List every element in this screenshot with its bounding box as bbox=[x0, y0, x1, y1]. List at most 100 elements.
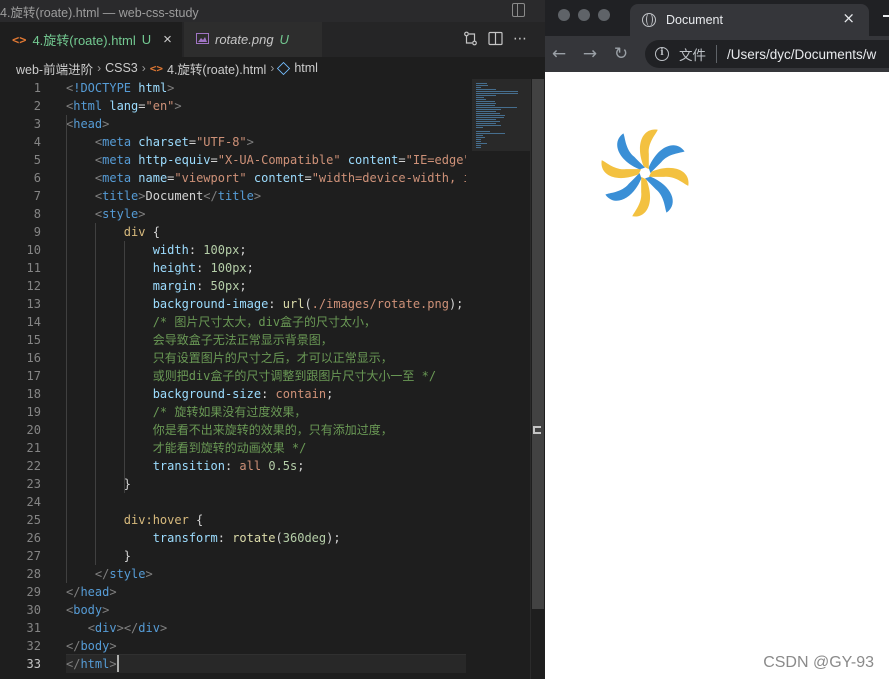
toggle-layout-icon[interactable] bbox=[512, 3, 525, 17]
code-line[interactable]: 会导致盒子无法正常显示背景图， bbox=[66, 331, 466, 349]
code-token: </ bbox=[66, 657, 81, 671]
code-line[interactable]: <meta charset="UTF-8"> bbox=[66, 133, 466, 151]
code-line[interactable]: margin: 50px; bbox=[66, 277, 466, 295]
code-line[interactable]: </style> bbox=[66, 565, 466, 583]
code-token: background-image bbox=[152, 297, 269, 311]
minimize-window-button[interactable] bbox=[578, 9, 590, 21]
code-line[interactable]: <html lang="en"> bbox=[66, 97, 466, 115]
code-token: transition bbox=[152, 459, 225, 473]
line-number: 2 bbox=[33, 99, 41, 113]
code-line[interactable]: <!DOCTYPE html> bbox=[66, 79, 466, 97]
code-line[interactable] bbox=[66, 493, 466, 511]
open-changes-icon[interactable] bbox=[462, 31, 478, 47]
breadcrumb-folder-frontend[interactable]: web-前端进阶 bbox=[16, 59, 93, 78]
code-token: 会导致盒子无法正常显示背景图， bbox=[152, 333, 333, 347]
code-line[interactable]: background-image: url(./images/rotate.pn… bbox=[66, 295, 466, 313]
maximize-window-button[interactable] bbox=[598, 9, 610, 21]
code-token: meta bbox=[102, 153, 139, 167]
code-line[interactable]: height: 100px; bbox=[66, 259, 466, 277]
chevron-right-icon: › bbox=[97, 61, 102, 75]
line-number: 9 bbox=[33, 225, 41, 239]
code-line[interactable]: <style> bbox=[66, 205, 466, 223]
more-actions-icon[interactable]: ⋯ bbox=[512, 31, 528, 47]
breadcrumb-file[interactable]: 4.旋转(roate).html bbox=[167, 59, 266, 78]
code-editor[interactable]: 1 2 3 4 5 6 7 8 9 10 11 12 13 14 15 16 17 18 19 20 21 22 23 24 2… bbox=[0, 79, 545, 679]
code-token: : bbox=[224, 459, 240, 473]
info-icon[interactable]: i bbox=[655, 47, 669, 61]
code-line[interactable]: <body> bbox=[66, 601, 466, 619]
browser-tab-title: Document bbox=[666, 13, 723, 27]
line-number: 32 bbox=[26, 639, 41, 653]
back-arrow-icon[interactable]: ← bbox=[549, 44, 569, 64]
browser-tab-document[interactable]: Document × bbox=[630, 4, 869, 36]
code-area[interactable]: <!DOCTYPE html> <html lang="en"> <head> <m… bbox=[66, 79, 466, 673]
minimap[interactable] bbox=[472, 79, 530, 679]
code-line[interactable]: <meta http-equiv="X-UA-Compatible" conte… bbox=[66, 151, 466, 169]
code-line[interactable]: transform: rotate(360deg); bbox=[66, 529, 466, 547]
code-token: ); bbox=[448, 297, 464, 311]
code-line[interactable]: <meta name="viewport" content="width=dev… bbox=[66, 169, 466, 187]
code-line[interactable]: <head> bbox=[66, 115, 466, 133]
address-scheme-label: 文件 bbox=[679, 48, 706, 64]
close-icon[interactable]: × bbox=[842, 9, 855, 27]
vertical-scrollbar[interactable] bbox=[530, 79, 544, 679]
code-token: div bbox=[123, 225, 146, 239]
new-tab-partial-icon[interactable] bbox=[883, 15, 889, 17]
code-line[interactable]: 或则把div盒子的尺寸调整到跟图片尺寸大小一至 */ bbox=[66, 367, 466, 385]
code-line[interactable]: </body> bbox=[66, 637, 466, 655]
code-token: background-size bbox=[152, 387, 262, 401]
code-line[interactable]: 你是看不出来旋转的效果的，只有添加过度， bbox=[66, 421, 466, 439]
close-window-button[interactable] bbox=[558, 9, 570, 21]
line-number: 31 bbox=[26, 621, 41, 635]
tab-rotate-png[interactable]: rotate.png U bbox=[184, 22, 322, 57]
code-token: width bbox=[152, 243, 189, 257]
code-token: 100px bbox=[203, 243, 240, 257]
scrollbar-thumb[interactable] bbox=[532, 79, 544, 609]
code-line[interactable]: 只有设置图片的尺寸之后，才可以正常显示， bbox=[66, 349, 466, 367]
vscode-titlebar: 4.旋转(roate).html — web-css-study bbox=[0, 0, 545, 22]
code-line[interactable]: div { bbox=[66, 223, 466, 241]
minimap-line bbox=[476, 127, 483, 129]
address-url[interactable]: /Users/dyc/Documents/w bbox=[727, 47, 876, 62]
code-token: { bbox=[188, 513, 204, 527]
code-line[interactable]: transition: all 0.5s; bbox=[66, 457, 466, 475]
text-cursor bbox=[117, 655, 119, 672]
forward-arrow-icon[interactable]: → bbox=[580, 44, 600, 64]
code-line[interactable]: </html> bbox=[66, 654, 466, 673]
address-bar[interactable]: i 文件 /Users/dyc/Documents/w bbox=[645, 40, 889, 68]
split-editor-icon[interactable] bbox=[487, 31, 503, 47]
code-token: < bbox=[87, 621, 95, 635]
minimap-line bbox=[476, 147, 482, 149]
code-line[interactable]: 才能看到旋转的动画效果 */ bbox=[66, 439, 466, 457]
code-token: Document bbox=[145, 189, 204, 203]
code-line[interactable]: </head> bbox=[66, 583, 466, 601]
code-token: title bbox=[217, 189, 254, 203]
code-token: contain bbox=[275, 387, 327, 401]
code-token: transform bbox=[152, 531, 218, 545]
reload-icon[interactable]: ↻ bbox=[611, 44, 631, 64]
code-line[interactable]: } bbox=[66, 547, 466, 565]
code-token: html bbox=[138, 81, 168, 95]
code-line[interactable]: <div></div> bbox=[66, 619, 466, 637]
pinwheel-image[interactable] bbox=[600, 128, 690, 218]
code-line[interactable]: } bbox=[66, 475, 466, 493]
line-number: 23 bbox=[26, 477, 41, 491]
code-line[interactable]: <title>Document</title> bbox=[66, 187, 466, 205]
code-line[interactable]: background-size: contain; bbox=[66, 385, 466, 403]
close-icon[interactable]: × bbox=[163, 31, 172, 48]
code-line[interactable]: div:hover { bbox=[66, 511, 466, 529]
breadcrumb-symbol[interactable]: html bbox=[294, 61, 318, 75]
breadcrumb-folder-css3[interactable]: CSS3 bbox=[105, 61, 138, 75]
tab-rotate-html[interactable]: <> 4.旋转(roate).html U × bbox=[0, 22, 183, 57]
code-token: 你是看不出来旋转的效果的，只有添加过度， bbox=[152, 423, 393, 437]
code-line[interactable]: width: 100px; bbox=[66, 241, 466, 259]
code-token: > bbox=[109, 585, 117, 599]
code-token: div:hover bbox=[123, 513, 189, 527]
code-line[interactable]: /* 旋转如果没有过度效果， bbox=[66, 403, 466, 421]
code-line[interactable]: /* 图片尺寸太大，div盒子的尺寸太小， bbox=[66, 313, 466, 331]
